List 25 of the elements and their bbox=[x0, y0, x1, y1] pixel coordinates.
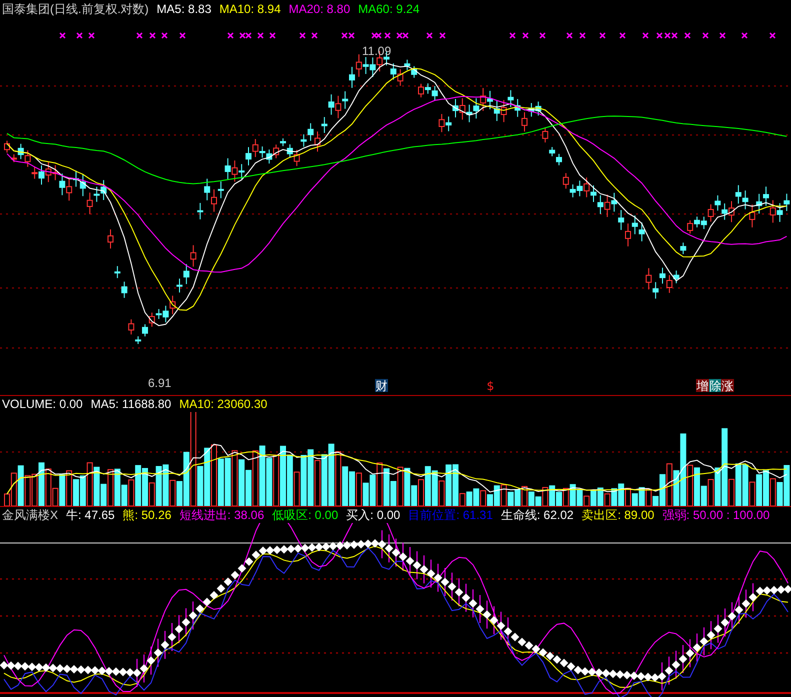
indicator-value: 牛: 47.65 bbox=[66, 506, 115, 524]
indicator-title: 金风满楼X bbox=[2, 506, 58, 524]
event-marker: 增 bbox=[696, 379, 709, 393]
moving-average-value: MA20: 8.80 bbox=[288, 2, 350, 16]
moving-average-value: MA5: 8.83 bbox=[156, 2, 212, 16]
volume-value: MA5: 11688.80 bbox=[90, 397, 172, 411]
indicator-value: 卖出区: 89.00 bbox=[582, 506, 654, 524]
event-marker: $ bbox=[484, 379, 497, 393]
indicator-value: 目前位置: 61.31 bbox=[408, 506, 493, 524]
high-price-label: 11.09 bbox=[362, 44, 392, 58]
event-marker: 涨 bbox=[721, 379, 734, 393]
event-marker: 财 bbox=[375, 379, 388, 393]
indicator-value: 生命线: 62.02 bbox=[500, 506, 574, 524]
chart-title: 国泰集团(日线.前复权.对数) bbox=[2, 0, 149, 18]
low-price-label: 6.91 bbox=[148, 376, 172, 390]
moving-average-value: MA60: 9.24 bbox=[358, 2, 420, 16]
volume-value: MA10: 23060.30 bbox=[179, 397, 268, 411]
indicator-value: 强弱: 50.00 : 100.00 bbox=[662, 506, 770, 524]
indicator-value: 低吸区: 0.00 bbox=[272, 506, 338, 524]
moving-average-value: MA10: 8.94 bbox=[219, 2, 281, 16]
indicator-value: 熊: 50.26 bbox=[122, 506, 172, 524]
event-marker: 除 bbox=[709, 379, 722, 393]
volume-value: VOLUME: 0.00 bbox=[2, 397, 83, 411]
indicator-value: 短线进出: 38.06 bbox=[179, 506, 264, 524]
indicator-value: 买入: 0.00 bbox=[346, 506, 400, 524]
